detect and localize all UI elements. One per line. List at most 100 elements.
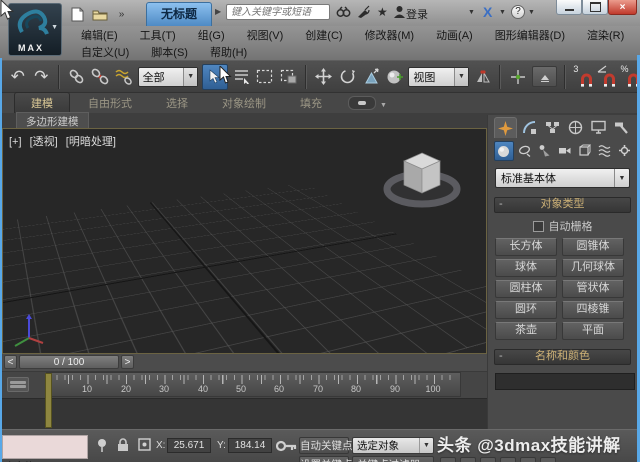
category-lights[interactable] xyxy=(536,141,554,159)
open-file-button[interactable] xyxy=(90,5,109,23)
title-expand-arrow-icon[interactable]: ▶ xyxy=(215,7,221,16)
plane-button[interactable]: 平面 xyxy=(562,322,624,340)
category-space-warps[interactable] xyxy=(595,141,613,159)
menu-tools[interactable]: 工具(T) xyxy=(129,27,187,43)
select-and-scale-button[interactable] xyxy=(361,65,381,89)
sphere-button[interactable]: 球体 xyxy=(495,259,557,277)
unlink-selection-button[interactable] xyxy=(91,65,111,89)
select-and-manipulate-button[interactable] xyxy=(385,65,405,89)
tab-motion[interactable] xyxy=(565,117,586,137)
viewport-general-menu[interactable]: [+] xyxy=(9,136,22,148)
ribbon-tab-freeform[interactable]: 自由形式 xyxy=(72,93,148,113)
absolute-offset-toggle-icon[interactable] xyxy=(137,437,152,452)
geosphere-button[interactable]: 几何球体 xyxy=(562,259,624,277)
exchange-dropdown-arrow-icon[interactable]: ▼ xyxy=(499,9,506,16)
cylinder-button[interactable]: 圆柱体 xyxy=(495,280,557,298)
menu-scripting[interactable]: 脚本(S) xyxy=(140,44,199,60)
pyramid-button[interactable]: 四棱锥 xyxy=(562,301,624,319)
category-helpers[interactable] xyxy=(575,141,593,159)
exchange-apps-icon[interactable]: X xyxy=(483,4,492,20)
track-bar-keys-area[interactable] xyxy=(2,398,487,430)
ribbon-tab-modeling[interactable]: 建模 xyxy=(14,92,70,113)
box-button[interactable]: 长方体 xyxy=(495,238,557,256)
menu-help[interactable]: 帮助(H) xyxy=(199,44,258,60)
time-slider-handle[interactable]: 0 / 100 xyxy=(19,355,119,369)
set-keys-key-icon[interactable] xyxy=(276,438,298,454)
menu-graph-editors[interactable]: 图形编辑器(D) xyxy=(484,27,576,43)
auto-key-button[interactable]: 自动关键点 xyxy=(299,437,353,454)
object-type-rollout-header[interactable]: - 对象类型 xyxy=(494,197,631,213)
primitive-category-dropdown[interactable]: 标准基本体 ▼ xyxy=(495,168,630,188)
timeline-ruler[interactable]: 0 10 20 30 40 50 60 70 80 90 100 xyxy=(46,372,461,397)
ribbon-options-arrow-icon[interactable]: ▼ xyxy=(380,102,387,109)
viewcube[interactable] xyxy=(370,141,474,219)
x-coordinate-field[interactable] xyxy=(167,438,211,453)
menu-group[interactable]: 组(G) xyxy=(187,27,236,43)
selection-filter-dropdown[interactable]: 全部 ▼ xyxy=(137,66,199,87)
object-name-field[interactable] xyxy=(495,372,635,390)
track-bar[interactable]: 0 10 20 30 40 50 60 70 80 90 100 xyxy=(2,372,487,398)
next-frame-button[interactable]: > xyxy=(121,355,134,369)
teapot-button[interactable]: 茶壶 xyxy=(495,322,557,340)
category-systems[interactable] xyxy=(615,141,633,159)
category-cameras[interactable] xyxy=(556,141,574,159)
redo-button[interactable]: ↷ xyxy=(32,65,52,89)
y-coordinate-field[interactable] xyxy=(228,438,272,453)
help-icon[interactable]: ? xyxy=(511,5,525,19)
menu-civil-view[interactable]: Civil View xyxy=(635,29,640,41)
menu-customize[interactable]: 自定义(U) xyxy=(70,44,140,60)
login-label[interactable]: 登录 xyxy=(406,6,428,22)
playback-controls-clipped[interactable] xyxy=(440,457,556,462)
maximize-button[interactable] xyxy=(582,0,608,15)
ribbon-tab-populate[interactable]: 填充 xyxy=(284,93,338,113)
ribbon-toggle-button[interactable] xyxy=(531,66,558,87)
maxscript-mini-listener[interactable] xyxy=(2,435,88,459)
tube-button[interactable]: 管状体 xyxy=(562,280,624,298)
rectangular-selection-region-button[interactable] xyxy=(255,65,275,89)
communication-center-button[interactable] xyxy=(356,5,371,19)
ribbon-tab-object-paint[interactable]: 对象绘制 xyxy=(206,93,282,113)
previous-frame-button[interactable]: < xyxy=(4,355,17,369)
ribbon-tab-selection[interactable]: 选择 xyxy=(150,93,204,113)
application-menu-button[interactable]: MAX ▼ xyxy=(8,3,62,56)
category-geometry[interactable] xyxy=(494,141,514,161)
reference-coordinate-dropdown[interactable]: 视图 ▼ xyxy=(408,66,469,87)
menu-animation[interactable]: 动画(A) xyxy=(425,27,484,43)
menu-create[interactable]: 创建(C) xyxy=(294,27,353,43)
selection-set-dropdown[interactable]: 选定对象 ▼ xyxy=(352,437,434,454)
perspective-viewport[interactable]: [+] [透视] [明暗处理] xyxy=(2,128,487,354)
menu-modifiers[interactable]: 修改器(M) xyxy=(354,27,426,43)
torus-button[interactable]: 圆环 xyxy=(495,301,557,319)
snaps-use-center-button[interactable] xyxy=(508,65,528,89)
search-help-button[interactable] xyxy=(336,5,351,19)
favorites-star-icon[interactable]: ★ xyxy=(377,5,388,19)
window-crossing-toggle-button[interactable] xyxy=(279,65,299,89)
name-color-rollout-header[interactable]: - 名称和颜色 xyxy=(494,349,631,365)
autogrid-checkbox[interactable] xyxy=(532,220,544,232)
cone-button[interactable]: 圆锥体 xyxy=(562,238,624,256)
minimize-button[interactable] xyxy=(556,0,582,15)
quick-access-expand-button[interactable]: » xyxy=(112,5,131,23)
time-slider-track[interactable]: < 0 / 100 > xyxy=(2,354,487,372)
snap-toggle-3d-button[interactable]: 3 xyxy=(573,64,593,89)
menu-rendering[interactable]: 渲染(R) xyxy=(576,27,635,43)
viewport-pov-menu[interactable]: [透视] xyxy=(30,136,58,148)
menu-edit[interactable]: 编辑(E) xyxy=(70,27,129,43)
new-file-button[interactable] xyxy=(68,5,87,23)
set-key-button[interactable]: 设置关键点 xyxy=(299,456,353,462)
undo-button[interactable]: ↶ xyxy=(8,65,28,89)
isolate-pin-icon[interactable] xyxy=(96,438,108,452)
tab-display[interactable] xyxy=(588,117,609,137)
tab-modify[interactable] xyxy=(519,117,540,137)
tab-create[interactable] xyxy=(494,117,517,138)
login-dropdown-arrow-icon[interactable]: ▼ xyxy=(468,9,475,16)
close-button[interactable]: × xyxy=(608,0,637,15)
tab-hierarchy[interactable] xyxy=(542,117,563,137)
document-title-tab[interactable]: 无标题 xyxy=(146,2,212,27)
select-by-name-button[interactable] xyxy=(232,65,252,89)
mirror-button[interactable] xyxy=(473,65,493,89)
menu-views[interactable]: 视图(V) xyxy=(236,27,295,43)
sign-in-avatar-icon[interactable] xyxy=(393,5,406,19)
mini-curve-editor-button[interactable] xyxy=(7,377,29,392)
category-shapes[interactable] xyxy=(516,141,534,159)
